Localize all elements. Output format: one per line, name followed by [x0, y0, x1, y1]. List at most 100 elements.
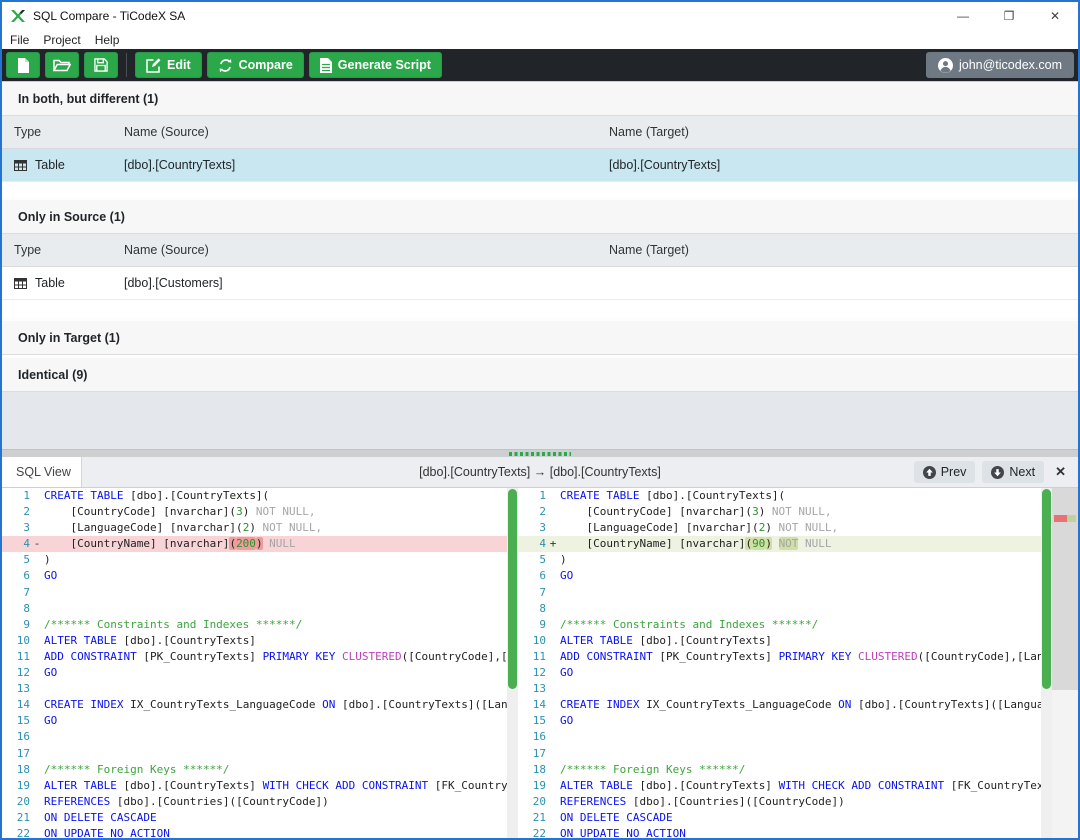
sql-view-tabbar: [dbo].[CountryTexts] → [dbo].[CountryTex…	[2, 457, 1078, 488]
open-project-button[interactable]	[45, 52, 79, 78]
generate-script-button-label: Generate Script	[338, 58, 431, 72]
line-number: 8	[2, 601, 30, 617]
save-project-button[interactable]	[84, 52, 118, 78]
line-number: 17	[2, 746, 30, 762]
line-number: 19	[518, 778, 546, 794]
code-line: 15 GO	[2, 713, 507, 729]
code-line: 20REFERENCES [dbo].[Countries]([CountryC…	[518, 794, 1041, 810]
line-number: 15	[2, 713, 30, 729]
menu-file[interactable]: File	[10, 33, 29, 47]
diff-sign	[546, 601, 560, 617]
type-cell: Table	[14, 276, 124, 290]
section-header[interactable]: Only in Target (1)	[2, 321, 1078, 355]
line-number: 12	[2, 665, 30, 681]
diff-sign	[546, 504, 560, 520]
new-project-button[interactable]	[6, 52, 40, 78]
code-line: 11ADD CONSTRAINT [PK_CountryTexts] PRIMA…	[518, 649, 1041, 665]
code-line: 21ON DELETE CASCADE	[2, 810, 507, 826]
code-text: GO	[560, 568, 1041, 584]
diff-sign: -	[30, 536, 44, 552]
table-row[interactable]: Table[dbo].[Customers]	[2, 267, 1078, 300]
code-text: ALTER TABLE [dbo].[CountryTexts]	[44, 633, 507, 649]
diff-sign	[546, 568, 560, 584]
diff-sign	[546, 729, 560, 745]
diff-sign	[546, 713, 560, 729]
code-line: 5)	[2, 552, 507, 568]
diff-overview-ruler[interactable]	[1052, 488, 1078, 838]
prev-diff-button[interactable]: Prev	[914, 461, 976, 483]
toolbar: Edit Compare Generate Script john@ticode…	[2, 49, 1078, 81]
line-number: 11	[518, 649, 546, 665]
line-number: 3	[518, 520, 546, 536]
menu-help[interactable]: Help	[95, 33, 120, 47]
code-text: /****** Constraints and Indexes ******/	[560, 617, 1041, 633]
splitter-handle[interactable]	[2, 449, 1078, 457]
diff-sign	[30, 810, 44, 826]
diff-editors: 1CREATE TABLE [dbo].[CountryTexts](2 [Co…	[2, 488, 1078, 838]
source-scrollbar-thumb[interactable]	[508, 489, 517, 689]
table-row[interactable]: Table[dbo].[CountryTexts][dbo].[CountryT…	[2, 149, 1078, 182]
code-text: CREATE TABLE [dbo].[CountryTexts](	[44, 488, 507, 504]
menu-project[interactable]: Project	[43, 33, 80, 47]
maximize-button[interactable]: ❐	[986, 2, 1032, 30]
source-scrollbar	[507, 488, 518, 838]
minimize-button[interactable]: —	[940, 2, 986, 30]
code-line: 13	[518, 681, 1041, 697]
code-text: GO	[44, 713, 507, 729]
line-number: 14	[518, 697, 546, 713]
tab-sql-view[interactable]: SQL View	[2, 457, 82, 487]
code-line: 6GO	[518, 568, 1041, 584]
diff-sign	[30, 601, 44, 617]
diff-sign: +	[546, 536, 560, 552]
line-number: 5	[518, 552, 546, 568]
code-line: 10 ALTER TABLE [dbo].[CountryTexts]	[2, 633, 507, 649]
code-line: 22ON UPDATE NO ACTION	[2, 826, 507, 838]
code-line: 1CREATE TABLE [dbo].[CountryTexts](	[518, 488, 1041, 504]
diff-nav-buttons: Prev Next ✕	[914, 457, 1078, 487]
code-text: CREATE INDEX IX_CountryTexts_LanguageCod…	[560, 697, 1041, 713]
target-code-area[interactable]: 1CREATE TABLE [dbo].[CountryTexts](2 [Co…	[518, 488, 1041, 838]
code-line: 6GO	[2, 568, 507, 584]
code-text: ADD CONSTRAINT [PK_CountryTexts] PRIMARY…	[44, 649, 507, 665]
line-number: 4	[2, 536, 30, 552]
diff-sign	[546, 585, 560, 601]
code-line: 15GO	[518, 713, 1041, 729]
diff-sign	[546, 552, 560, 568]
app-window: SQL Compare - TiCodeX SA — ❐ ✕ File Proj…	[0, 0, 1080, 840]
close-button[interactable]: ✕	[1032, 2, 1078, 30]
code-line: 19ALTER TABLE [dbo].[CountryTexts] WITH …	[2, 778, 507, 794]
column-header: Type	[14, 125, 124, 139]
section-header[interactable]: In both, but different (1)	[2, 82, 1078, 116]
diff-sign	[30, 568, 44, 584]
section-header[interactable]: Only in Source (1)	[2, 200, 1078, 234]
code-text: ALTER TABLE [dbo].[CountryTexts] WITH CH…	[560, 778, 1041, 794]
code-line: 5)	[518, 552, 1041, 568]
code-line: 7	[2, 585, 507, 601]
line-number: 18	[518, 762, 546, 778]
diff-sign	[546, 649, 560, 665]
diff-sign	[30, 681, 44, 697]
code-text	[560, 585, 1041, 601]
code-line: 16	[518, 729, 1041, 745]
line-number: 1	[2, 488, 30, 504]
user-account-button[interactable]: john@ticodex.com	[926, 52, 1074, 78]
code-text: [LanguageCode] [nvarchar](2) NOT NULL,	[560, 520, 1041, 536]
section-header[interactable]: Identical (9)	[2, 358, 1078, 392]
code-text: REFERENCES [dbo].[Countries]([CountryCod…	[44, 794, 507, 810]
compare-button[interactable]: Compare	[207, 52, 304, 78]
generate-script-button[interactable]: Generate Script	[309, 52, 442, 78]
close-sql-view-icon[interactable]: ✕	[1051, 464, 1070, 480]
code-text: ALTER TABLE [dbo].[CountryTexts]	[560, 633, 1041, 649]
line-number: 7	[2, 585, 30, 601]
target-scrollbar-thumb[interactable]	[1042, 489, 1051, 689]
type-label: Table	[35, 158, 65, 172]
edit-button[interactable]: Edit	[135, 52, 202, 78]
diff-sign	[30, 826, 44, 838]
line-number: 10	[2, 633, 30, 649]
source-code-area[interactable]: 1CREATE TABLE [dbo].[CountryTexts](2 [Co…	[2, 488, 507, 838]
next-button-label: Next	[1009, 465, 1035, 479]
next-diff-button[interactable]: Next	[982, 461, 1044, 483]
column-header-row: TypeName (Source)Name (Target)	[2, 234, 1078, 267]
next-circle-arrow-icon	[991, 466, 1004, 479]
code-text	[44, 601, 507, 617]
